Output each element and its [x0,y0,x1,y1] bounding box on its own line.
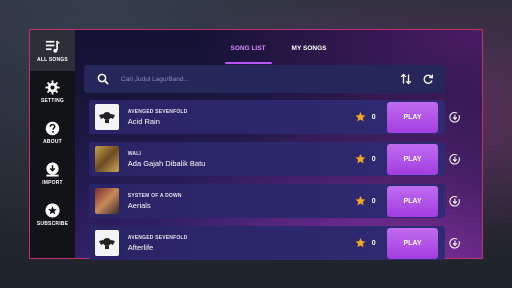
song-title: Afterlife [127,242,154,252]
sidebar-item-all-songs[interactable]: ALL SONGS [30,30,75,71]
sort-icon[interactable] [400,73,412,85]
sidebar-item-label: ABOUT [43,138,62,145]
play-button[interactable]: PLAY [386,227,439,259]
search-bar [84,65,445,93]
song-row[interactable]: WALI Ada Gajah Dibalik Batu 0 PLAY [89,142,461,176]
sidebar-item-label: ALL SONGS [37,56,68,63]
song-artist: AVENGED SEVENFOLD [127,108,188,115]
song-title: Acid Rain [127,116,160,126]
song-row[interactable]: AVENGED SEVENFOLD Acid Rain 0 PLAY [89,100,461,134]
album-cover [95,188,119,214]
star-icon [355,238,366,248]
play-button[interactable]: PLAY [386,185,439,217]
tab-bar: SONG LIST MY SONGS [75,42,482,64]
download-circle-icon[interactable] [449,111,461,124]
question-icon [45,121,60,135]
song-list: AVENGED SEVENFOLD Acid Rain 0 PLAY WALI … [89,100,461,268]
sidebar-item-label: SUBSCRIBE [36,220,69,227]
download-circle-icon[interactable] [449,195,461,208]
song-meta: WALI Ada Gajah Dibalik Batu [128,151,311,168]
download-circle-icon[interactable] [449,153,461,166]
sidebar-item-import[interactable]: IMPORT [30,153,75,194]
album-cover [95,146,119,172]
gear-icon [45,79,60,95]
song-row[interactable]: SYSTEM OF A DOWN Aerials 0 PLAY [89,184,461,218]
album-cover [95,230,119,256]
star-icon [355,196,366,206]
sidebar-item-label: IMPORT [42,179,63,186]
song-title: Ada Gajah Dibalik Batu [127,158,206,168]
song-row[interactable]: AVENGED SEVENFOLD Afterlife 0 PLAY [89,226,461,260]
star-count: 0 [371,239,376,247]
star-icon [355,154,366,164]
download-circle-icon[interactable] [449,237,461,250]
album-cover [95,104,119,130]
star-badge-icon [45,202,60,218]
song-title: Aerials [127,200,151,210]
song-artist: SYSTEM OF A DOWN [127,192,182,199]
download-icon [46,161,59,177]
play-button[interactable]: PLAY [386,143,439,175]
star-count: 0 [371,197,376,205]
song-artist: WALI [127,150,142,157]
deathbat-logo [98,238,115,249]
song-artist: AVENGED SEVENFOLD [127,234,188,241]
song-meta: AVENGED SEVENFOLD Afterlife [128,235,311,252]
search-icon [97,73,109,85]
search-input[interactable] [121,75,381,83]
star-count: 0 [371,113,376,121]
sidebar: ALL SONGS SETTING ABOUT IMPORT SUBSCRIBE [30,30,75,258]
sidebar-item-subscribe[interactable]: SUBSCRIBE [30,194,75,235]
music-list-icon [45,40,60,53]
play-button[interactable]: PLAY [386,101,439,133]
sidebar-item-setting[interactable]: SETTING [30,71,75,112]
song-meta: AVENGED SEVENFOLD Acid Rain [128,109,311,126]
song-meta: SYSTEM OF A DOWN Aerials [128,193,311,210]
star-count: 0 [371,155,376,163]
sidebar-item-about[interactable]: ABOUT [30,112,75,153]
deathbat-logo [98,112,115,123]
tab-song-list[interactable]: SONG LIST [224,42,272,64]
refresh-icon[interactable] [422,73,434,85]
sidebar-item-label: SETTING [40,97,65,104]
tab-my-songs[interactable]: MY SONGS [286,42,333,64]
star-icon [355,112,366,122]
